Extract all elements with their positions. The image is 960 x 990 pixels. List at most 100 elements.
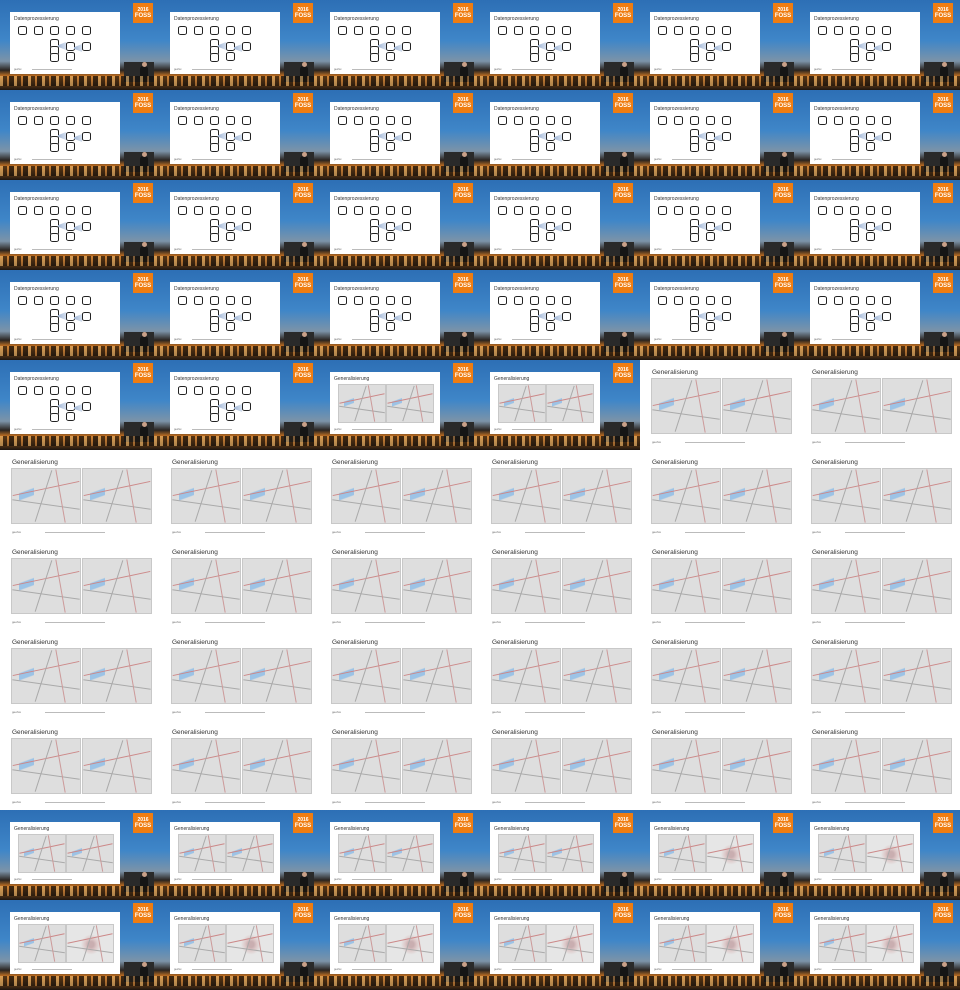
video-frame-thumbnail[interactable]: Generalisierung geofox	[160, 540, 320, 630]
video-frame-thumbnail[interactable]: Datenprozessierung geofox 2016 FOSS	[480, 0, 640, 90]
video-frame-thumbnail[interactable]: Datenprozessierung geofox 2016 FOSS	[640, 180, 800, 270]
video-frame-thumbnail[interactable]: Generalisierung geofox	[480, 630, 640, 720]
database-icon	[562, 296, 571, 305]
database-icon	[866, 296, 875, 305]
video-frame-thumbnail[interactable]: Datenprozessierung geofox 2016 FOSS	[320, 90, 480, 180]
video-frame-thumbnail[interactable]: Generalisierung geofox	[320, 540, 480, 630]
lectern	[444, 872, 474, 892]
video-frame-thumbnail[interactable]: Generalisierung geofox 2016 FOSS	[0, 810, 160, 900]
video-frame-thumbnail[interactable]: Generalisierung geofox 2016 FOSS	[480, 360, 640, 450]
video-frame-thumbnail[interactable]: Generalisierung geofox 2016 FOSS	[320, 900, 480, 990]
video-frame-thumbnail[interactable]: Generalisierung geofox 2016 FOSS	[800, 900, 960, 990]
video-frame-thumbnail[interactable]: Datenprozessierung geofox 2016 FOSS	[800, 90, 960, 180]
video-frame-thumbnail[interactable]: Datenprozessierung geofox 2016 FOSS	[160, 360, 320, 450]
video-frame-thumbnail[interactable]: Generalisierung geofox 2016 FOSS	[480, 810, 640, 900]
map-panel	[722, 738, 792, 794]
video-frame-thumbnail[interactable]: Generalisierung geofox 2016 FOSS	[160, 810, 320, 900]
video-frame-thumbnail[interactable]: Generalisierung geofox	[160, 720, 320, 810]
video-frame-thumbnail[interactable]: Generalisierung geofox	[480, 540, 640, 630]
video-frame-thumbnail[interactable]: Generalisierung geofox	[800, 720, 960, 810]
map-panel	[226, 834, 274, 873]
river-shape	[818, 739, 834, 793]
video-frame-thumbnail[interactable]: Generalisierung geofox 2016 FOSS	[160, 900, 320, 990]
database-icon	[866, 222, 875, 231]
video-frame-thumbnail[interactable]: Datenprozessierung geofox 2016 FOSS	[160, 180, 320, 270]
map-panel	[491, 738, 561, 794]
video-frame-thumbnail[interactable]: Datenprozessierung geofox 2016 FOSS	[0, 0, 160, 90]
map-panel	[338, 924, 386, 963]
video-frame-thumbnail[interactable]: Generalisierung geofox 2016 FOSS	[480, 900, 640, 990]
video-frame-thumbnail[interactable]: Generalisierung geofox	[800, 540, 960, 630]
video-frame-thumbnail[interactable]: Datenprozessierung geofox 2016 FOSS	[480, 270, 640, 360]
video-frame-thumbnail[interactable]: Generalisierung geofox 2016 FOSS	[640, 900, 800, 990]
river-shape	[729, 469, 745, 523]
river-shape	[729, 739, 745, 793]
video-frame-thumbnail[interactable]: Datenprozessierung geofox 2016 FOSS	[0, 180, 160, 270]
video-frame-thumbnail[interactable]: Generalisierung geofox	[640, 450, 800, 540]
video-frame-thumbnail[interactable]: Datenprozessierung geofox 2016 FOSS	[320, 180, 480, 270]
database-icon	[178, 386, 187, 395]
database-icon	[706, 222, 715, 231]
road-line	[833, 925, 847, 962]
video-frame-thumbnail[interactable]: Generalisierung geofox	[160, 450, 320, 540]
video-frame-thumbnail[interactable]: Generalisierung geofox	[480, 720, 640, 810]
footer-divider	[512, 969, 552, 970]
video-frame-thumbnail[interactable]: Generalisierung geofox	[480, 450, 640, 540]
video-frame-thumbnail[interactable]: Datenprozessierung geofox 2016 FOSS	[640, 0, 800, 90]
road-line	[125, 739, 137, 793]
video-frame-thumbnail[interactable]: Datenprozessierung geofox 2016 FOSS	[640, 270, 800, 360]
flow-arrow	[874, 44, 882, 52]
video-frame-thumbnail[interactable]: Datenprozessierung geofox 2016 FOSS	[0, 270, 160, 360]
road-line	[694, 739, 706, 793]
video-frame-thumbnail[interactable]: Generalisierung geofox	[640, 540, 800, 630]
video-frame-thumbnail[interactable]: Generalisierung geofox	[0, 450, 160, 540]
road-line	[34, 560, 52, 612]
river-shape	[551, 385, 562, 422]
video-frame-thumbnail[interactable]: Datenprozessierung geofox 2016 FOSS	[320, 0, 480, 90]
footer-divider	[192, 69, 232, 70]
road-line	[374, 649, 386, 703]
video-frame-thumbnail[interactable]: Datenprozessierung geofox 2016 FOSS	[640, 90, 800, 180]
video-frame-thumbnail[interactable]: Generalisierung geofox	[640, 630, 800, 720]
video-frame-thumbnail[interactable]: Datenprozessierung geofox 2016 FOSS	[0, 90, 160, 180]
foss-logo: 2016 FOSS	[293, 903, 313, 923]
slide-title: Datenprozessierung	[14, 286, 59, 292]
video-frame-thumbnail[interactable]: Generalisierung geofox 2016 FOSS	[320, 360, 480, 450]
video-frame-thumbnail[interactable]: Generalisierung geofox	[0, 720, 160, 810]
logo-name: FOSS	[934, 912, 952, 919]
video-frame-thumbnail[interactable]: Generalisierung geofox	[320, 630, 480, 720]
video-frame-thumbnail[interactable]: Generalisierung geofox	[640, 720, 800, 810]
video-frame-thumbnail[interactable]: Datenprozessierung geofox 2016 FOSS	[320, 270, 480, 360]
map-panel	[82, 558, 152, 614]
video-frame-thumbnail[interactable]: Datenprozessierung geofox 2016 FOSS	[800, 270, 960, 360]
video-frame-thumbnail[interactable]: Generalisierung geofox	[320, 450, 480, 540]
video-frame-thumbnail[interactable]: Datenprozessierung geofox 2016 FOSS	[480, 90, 640, 180]
map-panel	[818, 834, 866, 873]
logo-name: FOSS	[294, 912, 312, 919]
video-frame-thumbnail[interactable]: Datenprozessierung geofox 2016 FOSS	[480, 180, 640, 270]
flow-arrow	[234, 224, 242, 232]
video-frame-thumbnail[interactable]: Datenprozessierung geofox 2016 FOSS	[160, 0, 320, 90]
road-line	[207, 925, 216, 962]
video-frame-thumbnail[interactable]: Generalisierung geofox	[800, 450, 960, 540]
video-frame-thumbnail[interactable]: Generalisierung geofox 2016 FOSS	[0, 900, 160, 990]
video-frame-thumbnail[interactable]: Datenprozessierung geofox 2016 FOSS	[0, 360, 160, 450]
video-frame-thumbnail[interactable]: Datenprozessierung geofox 2016 FOSS	[800, 0, 960, 90]
video-frame-thumbnail[interactable]: Generalisierung geofox 2016 FOSS	[320, 810, 480, 900]
video-frame-thumbnail[interactable]: Generalisierung geofox 2016 FOSS	[640, 810, 800, 900]
video-frame-thumbnail[interactable]: Generalisierung geofox	[800, 360, 960, 450]
video-frame-thumbnail[interactable]: Generalisierung geofox	[320, 720, 480, 810]
slide-title: Datenprozessierung	[654, 16, 699, 22]
foss-logo: 2016 FOSS	[453, 363, 473, 383]
video-frame-thumbnail[interactable]: Generalisierung geofox 2016 FOSS	[800, 810, 960, 900]
database-icon	[850, 143, 859, 152]
video-frame-thumbnail[interactable]: Generalisierung geofox	[800, 630, 960, 720]
video-frame-thumbnail[interactable]: Generalisierung geofox	[0, 630, 160, 720]
database-icon	[34, 26, 43, 35]
video-frame-thumbnail[interactable]: Generalisierung geofox	[640, 360, 800, 450]
video-frame-thumbnail[interactable]: Generalisierung geofox	[160, 630, 320, 720]
video-frame-thumbnail[interactable]: Datenprozessierung geofox 2016 FOSS	[160, 270, 320, 360]
video-frame-thumbnail[interactable]: Datenprozessierung geofox 2016 FOSS	[800, 180, 960, 270]
video-frame-thumbnail[interactable]: Generalisierung geofox	[0, 540, 160, 630]
video-frame-thumbnail[interactable]: Datenprozessierung geofox 2016 FOSS	[160, 90, 320, 180]
